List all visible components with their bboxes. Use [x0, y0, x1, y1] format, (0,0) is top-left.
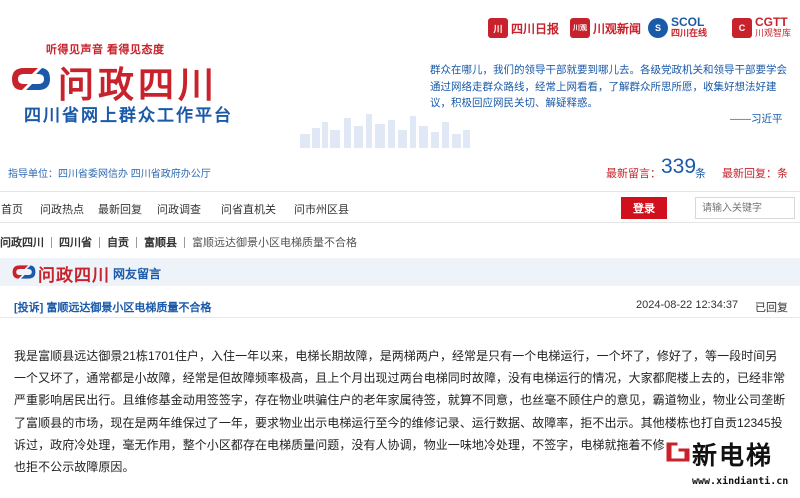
nav-latest-replies[interactable]: 最新回复 — [98, 201, 142, 217]
post-timestamp: 2024-08-22 12:34:37 — [636, 299, 739, 311]
breadcrumb-separator — [99, 236, 100, 248]
breadcrumb-item[interactable]: 问政四川 — [0, 234, 44, 250]
site-slogan: 听得见声音 看得见态度 — [46, 44, 165, 56]
post-body-line: 了富顺县的市场，现在是两年维保过了一年，要求物业出示电梯运行至今的维修记录、运行… — [14, 415, 783, 430]
guide-units: 指导单位：四川省委网信办 四川省政府办公厅 — [8, 169, 211, 180]
nav-home[interactable]: 首页 — [1, 201, 23, 217]
latest-replies-label: 最新回复：条 — [722, 168, 788, 180]
main-nav: 首页 问政热点 最新回复 问政调查 问省直机关 问市州区县 登录 — [0, 191, 800, 223]
sichuan-daily-icon: 川 — [488, 18, 508, 38]
nav-provincial-agencies[interactable]: 问省直机关 — [221, 201, 276, 217]
quote-author: ——习近平 — [730, 113, 783, 125]
watermark-title: 新电梯 — [692, 442, 774, 470]
breadcrumb-item[interactable]: 四川省 — [59, 234, 92, 250]
partner-label: 川观新闻 — [593, 21, 642, 36]
breadcrumb: 问政四川 四川省 自贡 富顺县 富顺远达御景小区电梯质量不合格 — [0, 234, 357, 250]
city-skyline-image — [300, 114, 470, 148]
info-row: 指导单位：四川省委网信办 四川省政府办公厅 最新留言： 339 条 最新回复：条 — [0, 148, 800, 190]
partner-sichuan-daily[interactable]: 川 四川日报 — [488, 14, 559, 42]
latest-messages-label: 最新留言： — [606, 168, 661, 180]
watermark-logo-icon — [665, 441, 691, 463]
breadcrumb-item[interactable]: 富顺县 — [144, 234, 177, 250]
latest-messages-count: 339 — [661, 155, 697, 178]
post-body-line: 一个又坏了，通常都是小故障，经常是但故障频率极高，且上个月出现过两台电梯同时故障… — [14, 371, 786, 386]
board-tag: 网友留言 — [113, 267, 162, 281]
leader-quote: 群众在哪儿，我们的领导干部就要到哪儿去。各级党政机关和领导干部要学会通过网络走群… — [430, 64, 787, 109]
login-button[interactable]: 登录 — [621, 197, 667, 219]
watermark-url: www.xindianti.cn — [692, 476, 789, 487]
post-title: [投诉] 富顺远达御景小区电梯质量不合格 — [14, 302, 212, 314]
board-header: 问政四川 网友留言 — [0, 258, 800, 296]
partner-label: SCOL — [671, 15, 705, 29]
partner-sublabel: 川观智库 — [755, 28, 792, 38]
breadcrumb-separator — [51, 236, 52, 248]
partner-label: 四川日报 — [511, 21, 560, 36]
search-input[interactable] — [695, 197, 795, 219]
watermark: 新电梯 www.xindianti.cn — [664, 436, 800, 498]
site-logo-icon[interactable] — [8, 64, 54, 94]
post-header: [投诉] 富顺远达御景小区电梯质量不合格 2024-08-22 12:34:37… — [0, 296, 800, 318]
site-banner: 听得见声音 看得见态度 问政四川 四川省网上群众工作平台 川 四川日报 川观 川… — [0, 0, 800, 148]
partner-label: CGTT — [755, 15, 788, 29]
post-status: 已回复 — [755, 302, 788, 314]
breadcrumb-separator — [184, 236, 185, 248]
post-body-line: 我是富顺县远达御景21栋1701住户，入住一年以来，电梯长期故障，是两梯两户，经… — [14, 349, 778, 363]
breadcrumb-separator — [136, 236, 137, 248]
nav-hot-topics[interactable]: 问政热点 — [40, 201, 84, 217]
breadcrumb-current: 富顺远达御景小区电梯质量不合格 — [192, 237, 357, 249]
board-name: 问政四川 — [38, 266, 110, 285]
scol-icon: S — [648, 18, 668, 38]
nav-surveys[interactable]: 问政调查 — [157, 201, 201, 217]
latest-messages-unit: 条 — [695, 168, 706, 180]
board-logo-icon — [12, 265, 36, 279]
nav-cities-counties[interactable]: 问市州区县 — [294, 201, 349, 217]
site-subtitle: 四川省网上群众工作平台 — [24, 106, 233, 125]
cgtt-icon: C — [732, 18, 752, 38]
partner-cgtt[interactable]: C CGTT 川观智库 — [732, 14, 791, 42]
partner-sublabel: 四川在线 — [671, 28, 708, 38]
partner-scol[interactable]: S SCOL 四川在线 — [648, 14, 707, 42]
post-body-line: 严重影响居民出行。且维修基金动用签签字，存在物业哄骗住户的老年家属待签，就算不同… — [14, 393, 786, 408]
partner-chuanguan[interactable]: 川观 川观新闻 — [570, 14, 641, 42]
chuanguan-icon: 川观 — [570, 18, 590, 38]
breadcrumb-item[interactable]: 自贡 — [107, 234, 129, 250]
